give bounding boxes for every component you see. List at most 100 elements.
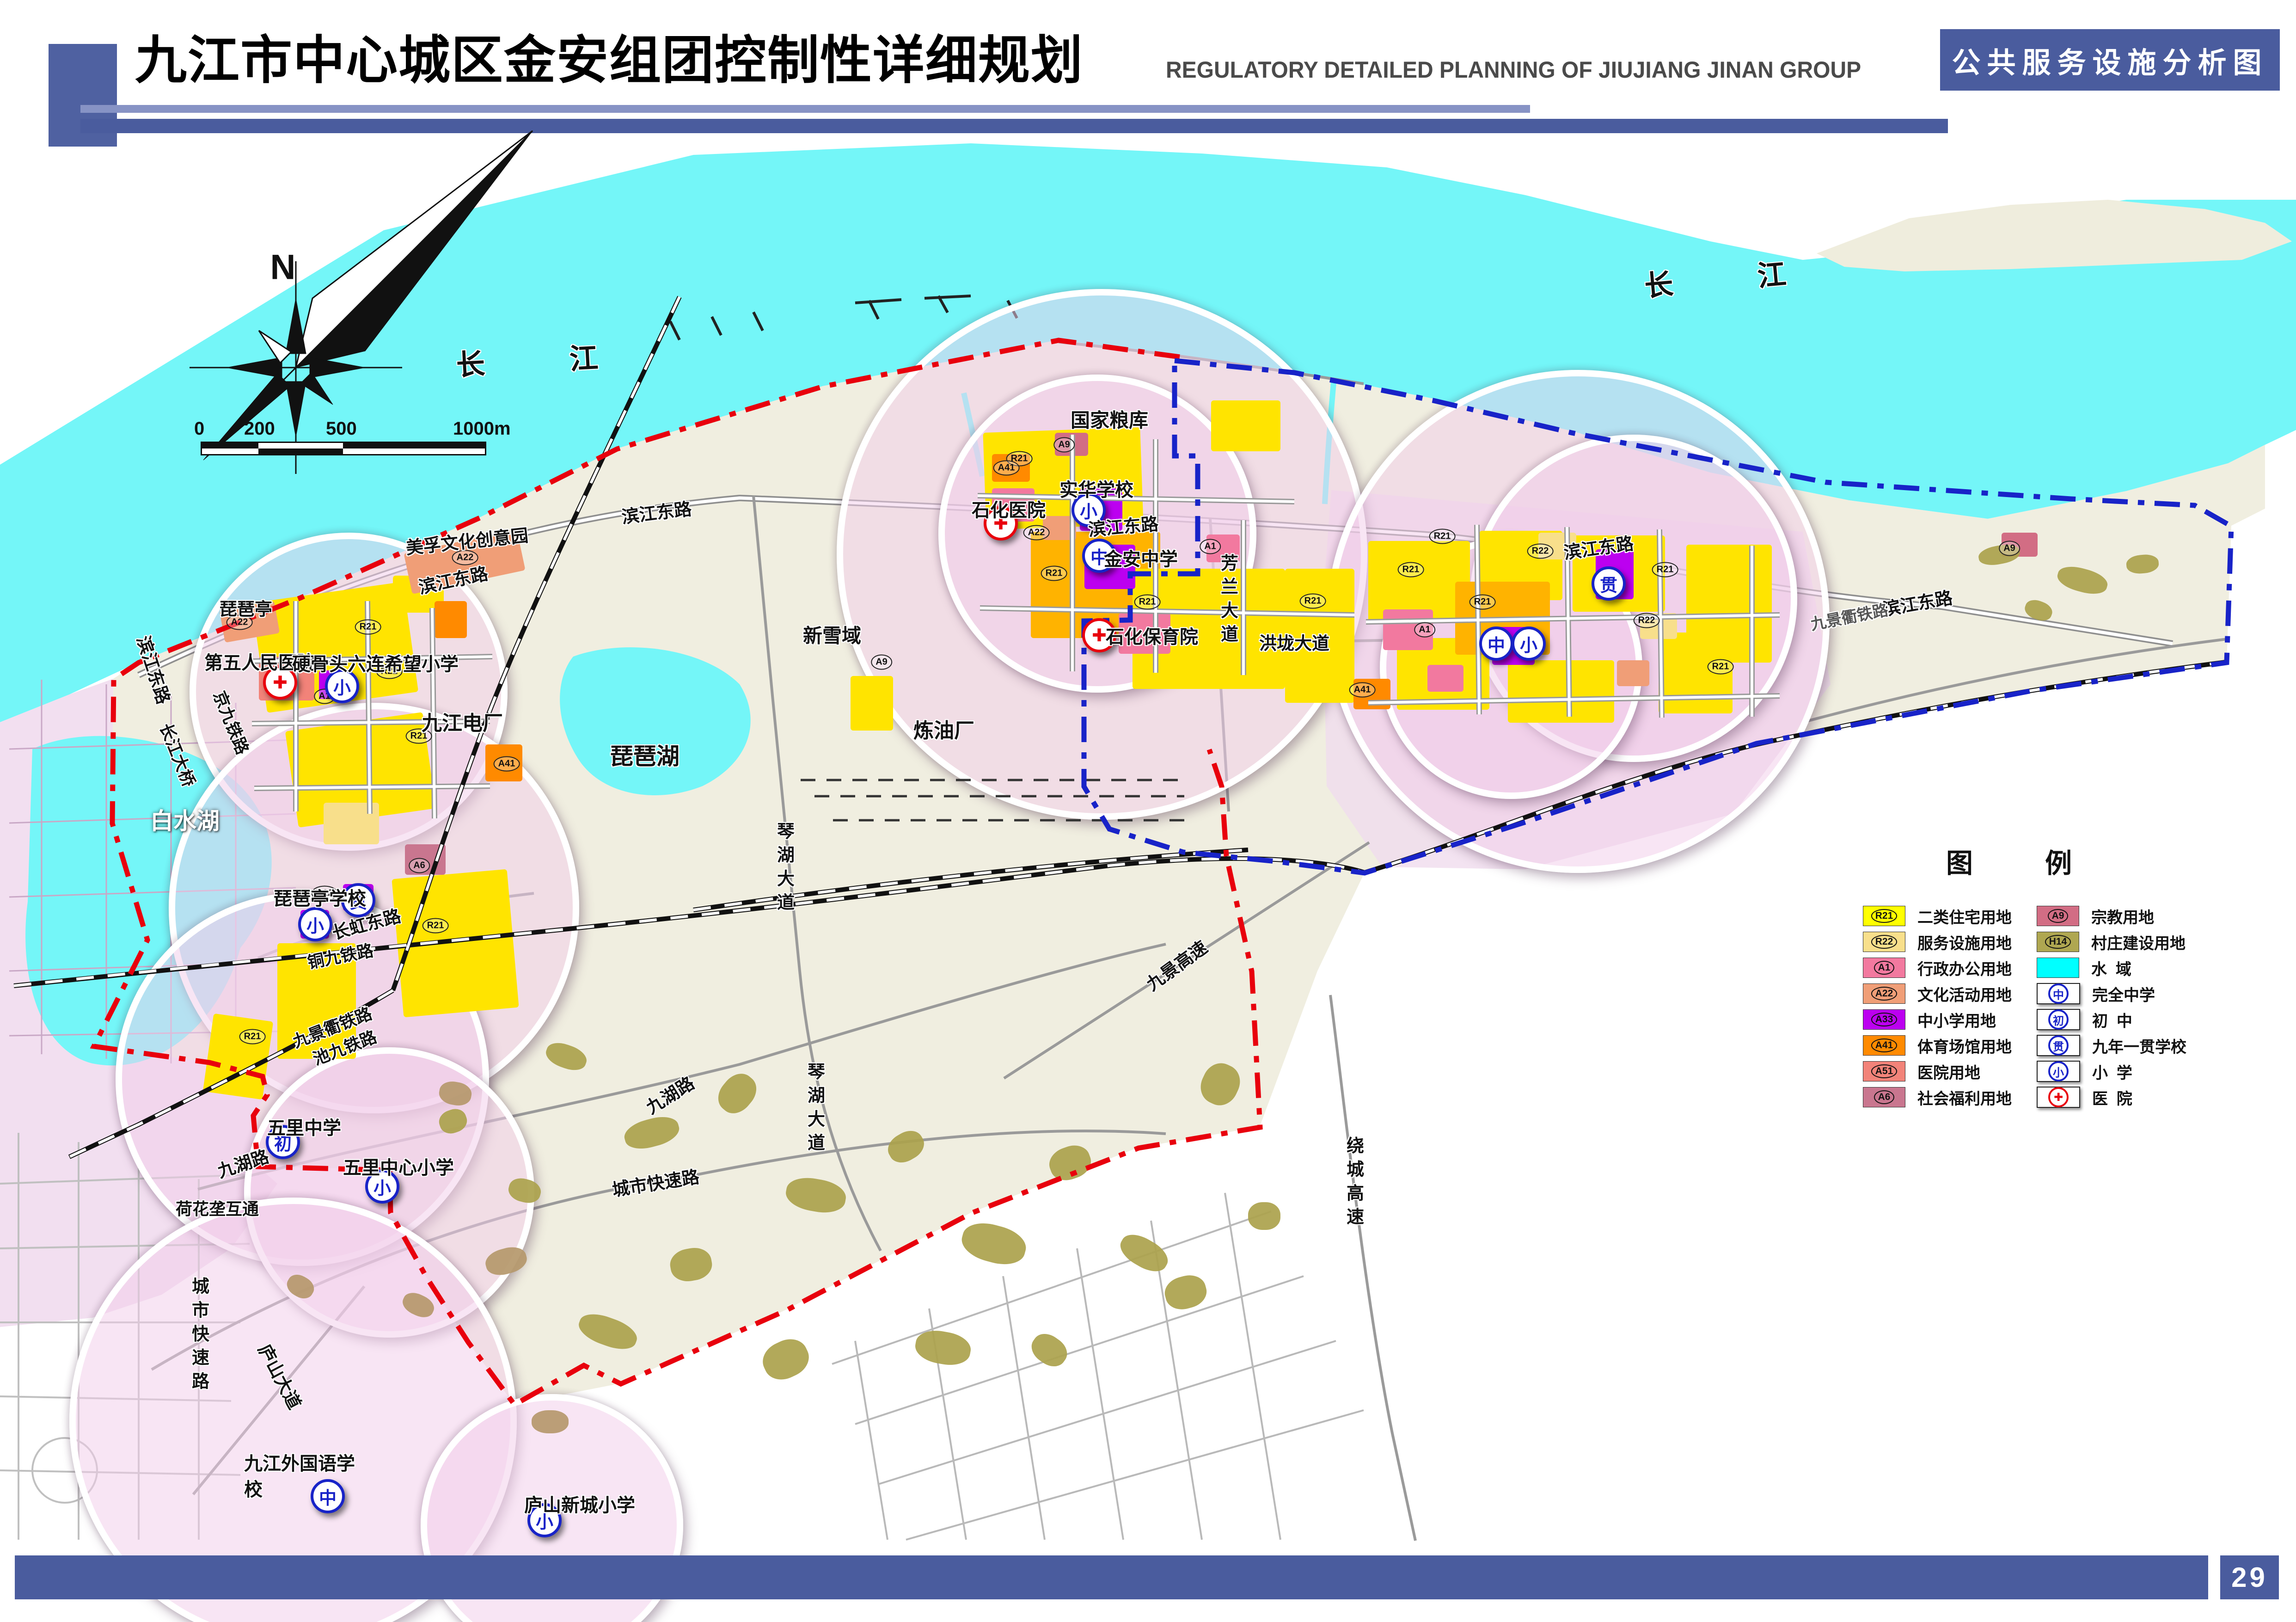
legend-code: H14 [2045, 935, 2071, 949]
map-label: 绕城高速 [1341, 1136, 1366, 1231]
legend-label: 二类住宅用地 [1917, 905, 2012, 928]
page-number: 29 [2220, 1555, 2279, 1599]
school-marker-贯: 贯 [1592, 566, 1626, 601]
school-symbol-icon: 贯 [2048, 1035, 2069, 1056]
legend-swatch: H14 [2037, 932, 2079, 952]
map-label: 国家粮库 [1071, 405, 1148, 433]
parcel-code-r21: R21 [1134, 595, 1161, 610]
parcel-code-a6: A6 [409, 858, 430, 873]
legend-item: A6 社会福利用地 [1863, 1087, 2012, 1107]
parcel-code-r21: R21 [1429, 529, 1456, 544]
legend-swatch: A22 [1863, 983, 1905, 1004]
map-label: 城市快速路 [186, 1277, 212, 1396]
legend-item: A51医院用地 [1863, 1061, 2012, 1081]
legend-label: 中小学用地 [1917, 1008, 1996, 1031]
legend-label: 服务设施用地 [1917, 931, 2012, 953]
legend-code: A9 [2048, 909, 2069, 923]
legend-label: 社会福利用地 [1917, 1086, 2012, 1109]
legend-label: 小 学 [2092, 1060, 2132, 1083]
legend-swatch: A9 [2037, 906, 2079, 926]
map-label: 炼油厂 [913, 714, 974, 743]
parcel-code-r21: R21 [422, 918, 449, 934]
map-label: 琵琶湖 [610, 738, 680, 771]
legend-label: 完全中学 [2092, 983, 2155, 1005]
parcel-code-r21: R21 [1652, 562, 1678, 578]
legend-swatch: R22 [1863, 932, 1905, 952]
legend-swatch: A1 [1863, 958, 1905, 978]
legend-swatch: 贯 [2037, 1035, 2080, 1056]
parcel-code-r21: R21 [239, 1029, 266, 1044]
legend-code: A22 [1871, 987, 1898, 1001]
school-symbol-icon: 中 [2048, 983, 2069, 1004]
map-label: 芳兰大道 [1215, 553, 1241, 648]
map-label: 校 [244, 1475, 263, 1501]
cluster-streets [252, 435, 1780, 818]
map-label: 琴湖大道 [802, 1062, 827, 1157]
parcel-code-r21: R21 [1469, 595, 1496, 610]
legend-item: A41 体育场馆用地 [1863, 1035, 2012, 1056]
map-overlay-layer [0, 0, 2296, 1622]
parcel-code-r21: R21 [1708, 659, 1734, 675]
legend-item: 初初 中 [2037, 1009, 2186, 1030]
school-marker-小: 小 [1512, 627, 1546, 661]
legend-swatch: A6 [1863, 1087, 1905, 1107]
legend-label: 水 域 [2091, 957, 2131, 979]
legend-label: 医 院 [2092, 1086, 2132, 1109]
legend-label: 行政办公用地 [1917, 957, 2012, 979]
legend-swatch: 小 [2037, 1061, 2080, 1082]
legend-swatch: R21 [1863, 906, 1905, 926]
map-label: 白水湖 [150, 803, 220, 836]
footer-bar [15, 1555, 2208, 1599]
scale-bar-ticks: 0 200 500 1000m [194, 418, 499, 442]
school-marker-小: 小 [298, 907, 332, 941]
legend-swatch: 中 [2037, 983, 2080, 1004]
parcel-code-r21: R21 [1398, 562, 1424, 578]
map-label: 五里中学 [267, 1113, 341, 1140]
compass-north-label: N [270, 247, 296, 288]
map-label: 金安中学 [1104, 544, 1178, 571]
map-label: 荷花垄互通 [176, 1196, 259, 1220]
legend-item: R22 服务设施用地 [1863, 932, 2012, 952]
scale-tick: 1000m [453, 418, 511, 439]
parcel-code-a22: A22 [1023, 525, 1050, 541]
legend-item: 水 域 [2037, 958, 2186, 978]
parcel-code-r21: R21 [355, 620, 381, 635]
school-symbol-icon: 小 [2048, 1061, 2069, 1081]
parcel-code-a9: A9 [871, 655, 892, 670]
map-label: 新雪域 [803, 621, 861, 649]
map-label: 九江电厂 [422, 707, 503, 736]
scale-tick: 0 [194, 418, 204, 439]
scale-tick: 500 [326, 418, 357, 439]
hospital-symbol-icon: ✚ [2048, 1087, 2069, 1107]
scale-tick: 200 [244, 418, 275, 439]
legend-swatch: ✚ [2037, 1087, 2080, 1108]
parcel-code-r22: R22 [1634, 613, 1660, 628]
parcel-code-a1: A1 [1414, 622, 1435, 638]
parcel-code-r21: R21 [1041, 566, 1067, 581]
school-marker-中: 中 [311, 1479, 345, 1513]
map-label: 琴湖大道 [771, 822, 797, 916]
scale-bar: 0 200 500 1000m [194, 418, 499, 455]
legend-label: 村庄建设用地 [2091, 931, 2186, 953]
legend: 图 例 R21 二类住宅用地 R22 服务设施用地 A1 行政办公用地 A22 文化活动用地 A… [1863, 842, 2279, 1107]
legend-swatch: A41 [1863, 1035, 1905, 1056]
legend-code: R22 [1871, 935, 1898, 949]
legend-label: 宗教用地 [2091, 905, 2154, 928]
map-label: 长 江 [455, 333, 622, 384]
parcel-code-a1: A1 [1200, 539, 1221, 554]
legend-item: A1 行政办公用地 [1863, 958, 2012, 978]
legend-item: ✚ 医 院 [2037, 1087, 2186, 1107]
legend-title: 图 例 [1946, 842, 2279, 880]
legend-swatch: A51 [1863, 1061, 1905, 1081]
map-label: 硬骨头六连希望小学 [292, 649, 459, 676]
school-marker-中: 中 [1479, 627, 1513, 661]
legend-code: A6 [1874, 1090, 1895, 1104]
map-label: 五里中心小学 [343, 1153, 454, 1180]
legend-swatch: A33 [1863, 1009, 1905, 1030]
legend-code: A1 [1874, 961, 1895, 975]
legend-code: A33 [1871, 1013, 1898, 1026]
legend-label: 体育场馆用地 [1917, 1034, 2012, 1057]
legend-label: 文化活动用地 [1917, 983, 2012, 1005]
school-symbol-icon: 初 [2048, 1009, 2069, 1030]
legend-swatch: 初 [2037, 1009, 2080, 1030]
